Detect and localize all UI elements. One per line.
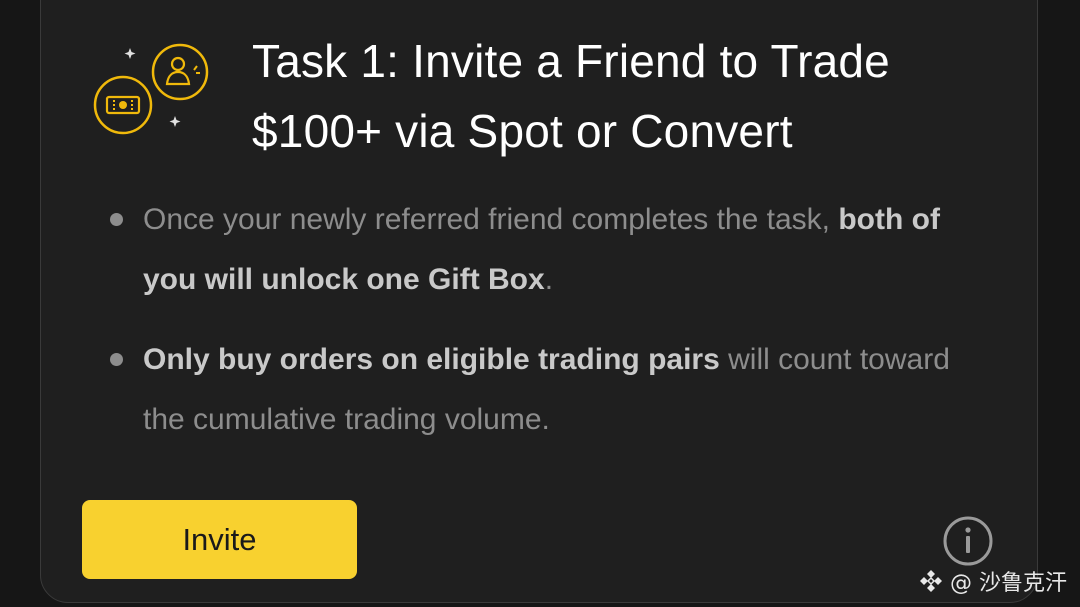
rule-item: Once your newly referred friend complete… [108,190,968,310]
rule-text: Once your newly referred friend complete… [143,203,839,236]
task-rules-list: Once your newly referred friend complete… [108,190,968,470]
watermark: @ 沙鲁克汗 [918,566,1067,596]
diamond-logo-icon [920,570,942,592]
ticket-and-user-icon [93,43,209,135]
task-title: Task 1: Invite a Friend to Trade $100+ v… [252,35,890,157]
invite-button[interactable]: Invite [82,500,357,579]
info-icon[interactable] [942,515,994,567]
rule-highlight: Only buy orders on eligible trading pair… [143,343,720,376]
bullet-dot [110,353,123,366]
rule-item: Only buy orders on eligible trading pair… [108,330,968,450]
rule-text-end: . [544,263,554,296]
bullet-dot [110,213,123,226]
watermark-text: @ 沙鲁克汗 [950,571,1067,596]
